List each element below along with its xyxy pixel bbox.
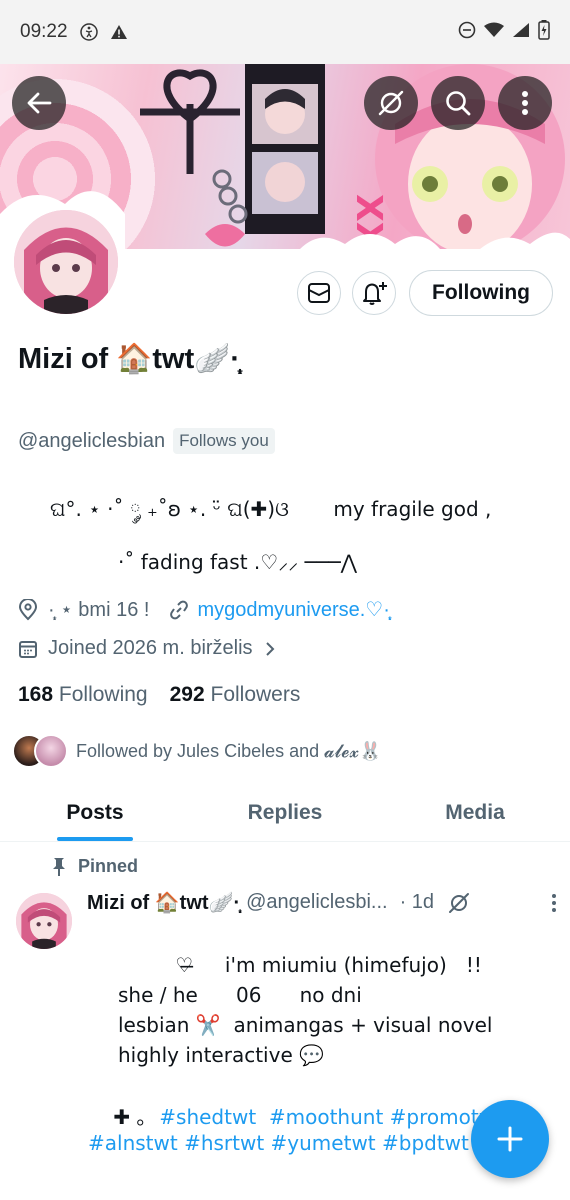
more-vertical-icon xyxy=(522,91,528,115)
mail-icon xyxy=(308,283,330,303)
post-author-name[interactable]: Mizi of 🏠twt🪽·̩͙ xyxy=(87,890,240,915)
calendar-icon xyxy=(19,640,37,658)
followed-by-text: Followed by Jules Cibeles and 𝓪𝓵𝓮𝔁🐰 xyxy=(76,740,382,761)
following-count: 168 xyxy=(18,683,54,706)
tab-posts[interactable]: Posts xyxy=(0,784,190,841)
post-author-handle[interactable]: @angeliclesbi... xyxy=(246,891,387,914)
notifications-button[interactable] xyxy=(352,271,396,315)
search-button[interactable] xyxy=(431,76,485,130)
hashtag-line[interactable]: #shedtwt #moothunt #promotwt xyxy=(159,1105,503,1129)
more-options-button[interactable] xyxy=(498,76,552,130)
tab-label: Replies xyxy=(247,800,323,824)
tab-media[interactable]: Media xyxy=(380,784,570,841)
status-time: 09:22 xyxy=(20,21,68,42)
pin-icon xyxy=(53,857,65,876)
post-author-avatar[interactable] xyxy=(16,893,72,949)
followed-by-row[interactable]: Followed by Jules Cibeles and 𝓪𝓵𝓮𝔁🐰 xyxy=(12,734,381,768)
link-icon xyxy=(170,600,189,619)
post-more-icon[interactable] xyxy=(551,893,557,913)
profile-name: Mizi of 🏠twt🪽·̩͙ xyxy=(18,343,241,375)
accessibility-icon xyxy=(79,23,98,41)
following-count-link[interactable]: 168 Following xyxy=(18,683,148,707)
warning-icon xyxy=(110,24,128,40)
search-icon xyxy=(446,91,471,116)
pinned-indicator: Pinned xyxy=(52,856,138,877)
tab-label: Posts xyxy=(66,800,124,824)
avatar-image xyxy=(16,893,72,949)
post-text-line: highly interactive 💬 xyxy=(118,1043,325,1067)
joined-text: Joined 2026 m. birželis xyxy=(48,637,253,659)
status-bar: 09:22 xyxy=(0,0,570,64)
active-tab-indicator xyxy=(57,837,133,841)
grok-button[interactable] xyxy=(364,76,418,130)
avatar-image xyxy=(14,210,118,314)
back-button[interactable] xyxy=(12,76,66,130)
following-button[interactable]: Following xyxy=(409,270,553,316)
battery-icon xyxy=(538,20,550,44)
compose-post-button[interactable] xyxy=(471,1100,549,1178)
bio-line-1: ଘ°. ⋆ ·˚ ༘ ₊˚ʚ ⋆. ᵕ̈ ଘ(✚)ଓ my fragile go… xyxy=(50,497,492,521)
wifi-icon xyxy=(484,22,504,42)
following-label: Following xyxy=(58,683,148,706)
back-arrow-icon xyxy=(27,92,52,114)
tab-replies[interactable]: Replies xyxy=(190,784,380,841)
location-text: ·̩͙ ⋆ bmi 16 ! xyxy=(48,599,150,621)
signal-icon xyxy=(512,22,530,42)
post-text-line: lesbian ✂️ animangas + visual novel xyxy=(118,1013,493,1037)
website-link[interactable]: mygodmyuniverse.♡·̩͙ xyxy=(197,597,389,622)
grok-icon[interactable] xyxy=(448,892,470,914)
plus-icon xyxy=(497,1126,523,1152)
pinned-label: Pinned xyxy=(78,856,139,876)
location-pin-icon xyxy=(18,598,38,620)
post-text-line: ✚ ｡ #shedtwt #moothunt #promotwt xyxy=(88,1101,503,1130)
follow-counts: 168 Following 292 Followers xyxy=(18,683,300,707)
bio-line-2: ·˚ fading fast .♡⸝⸝ ───⋀ xyxy=(118,550,358,574)
followers-count-link[interactable]: 292 Followers xyxy=(170,683,301,707)
post-text-line: she / he 06 no dni xyxy=(118,983,362,1007)
post-header: Mizi of 🏠twt🪽·̩͙ @angeliclesbi... · 1d xyxy=(87,890,557,915)
post-text-line: #alnstwt #hsrtwt #yumetwt #bpdtwt xyxy=(88,1131,469,1155)
follows-you-badge: Follows you xyxy=(173,428,275,454)
grok-icon xyxy=(378,90,404,116)
profile-handle: @angeliclesbian xyxy=(18,429,166,452)
profile-avatar[interactable] xyxy=(10,206,122,318)
profile-tabs: Posts Replies Media xyxy=(0,784,570,842)
message-button[interactable] xyxy=(297,271,341,315)
post-text-line: ♡̶ i'm miumiu (himefujo) !! xyxy=(118,953,482,977)
followers-label: Followers xyxy=(210,683,301,706)
hashtag-line[interactable]: #alnstwt #hsrtwt #yumetwt #bpdtwt xyxy=(88,1131,469,1155)
handle-row: @angeliclesbian Follows you xyxy=(18,428,275,454)
joined-row[interactable]: Joined 2026 m. birželis xyxy=(18,637,275,660)
follower-avatar xyxy=(34,734,68,768)
dnd-icon xyxy=(458,21,476,43)
bell-plus-icon xyxy=(363,282,387,305)
chevron-right-icon xyxy=(265,641,274,656)
post-time: · 1d xyxy=(399,891,435,913)
followers-count: 292 xyxy=(169,683,205,706)
location-website-row: ·̩͙ ⋆ bmi 16 ! mygodmyuniverse.♡·̩͙ xyxy=(18,597,390,622)
tab-label: Media xyxy=(445,800,505,824)
post-text-prefix: ✚ ｡ xyxy=(88,1105,160,1129)
